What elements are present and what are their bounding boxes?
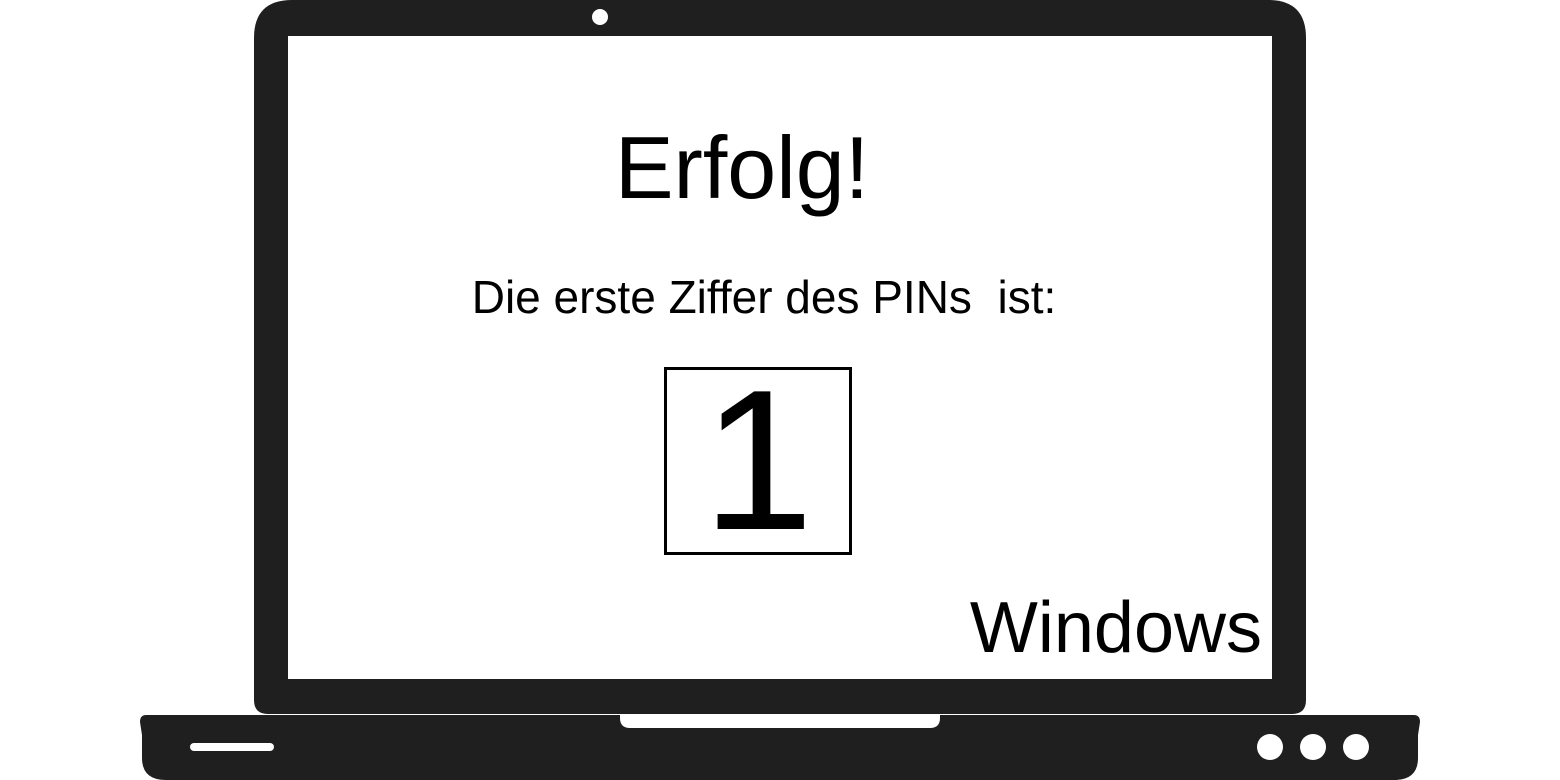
- vent-slot-icon: [190, 743, 274, 751]
- pin-message: Die erste Ziffer des PINs ist:: [471, 271, 1057, 323]
- webcam-icon: [592, 9, 608, 25]
- laptop-screen: Erfolg! Die erste Ziffer des PINs ist: 1…: [288, 36, 1272, 679]
- pin-digit-box: 1: [664, 349, 852, 572]
- indicator-light-icon: [1257, 734, 1283, 760]
- success-title: Erfolg!: [614, 118, 870, 217]
- pin-digit: 1: [702, 349, 814, 572]
- os-label: Windows: [969, 588, 1262, 668]
- indicator-light-icon: [1343, 734, 1369, 760]
- laptop-illustration: Erfolg! Die erste Ziffer des PINs ist: 1…: [0, 0, 1560, 780]
- trackpad-notch: [620, 714, 940, 728]
- indicator-light-icon: [1300, 734, 1326, 760]
